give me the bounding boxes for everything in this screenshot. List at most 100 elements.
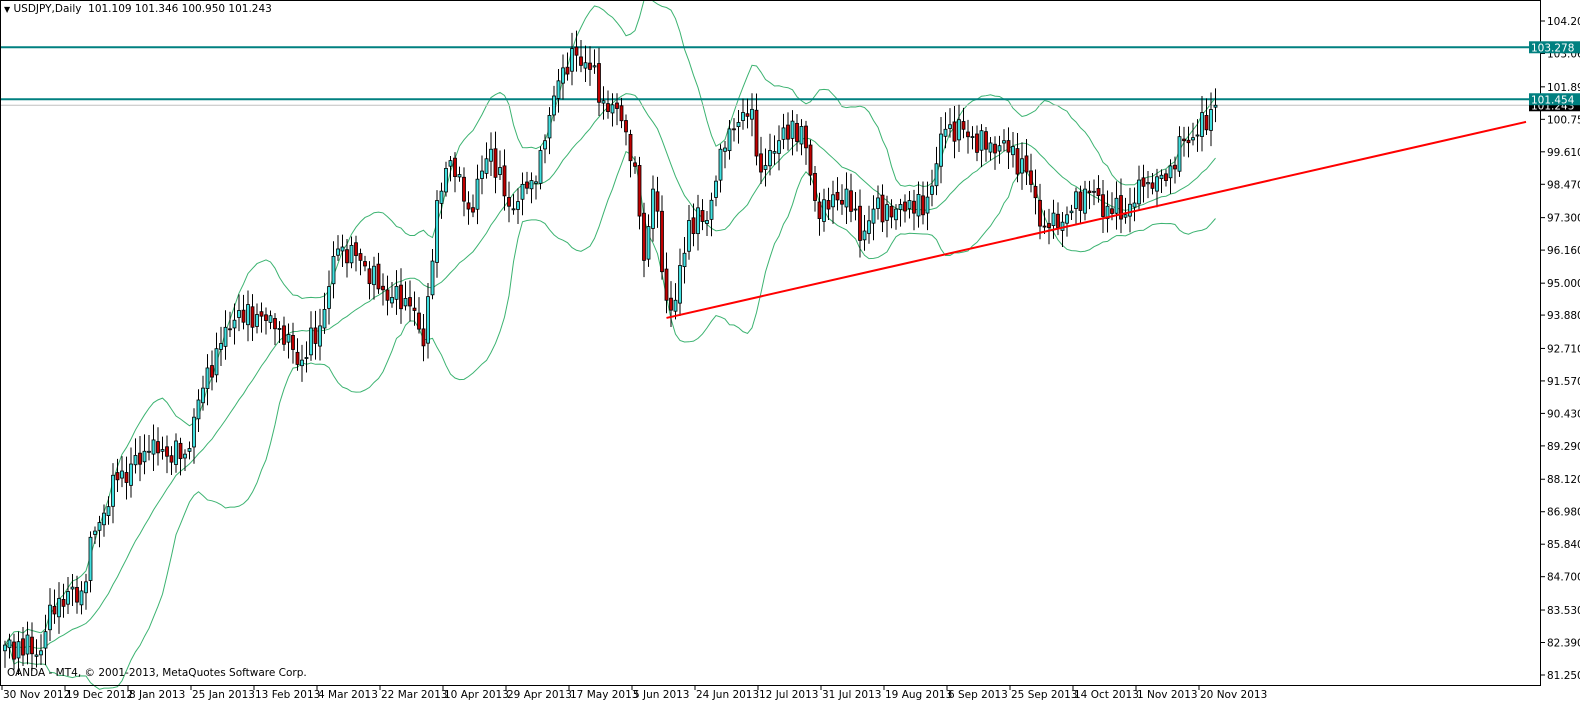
bear-candle (282, 325, 286, 345)
bull-candle (948, 124, 952, 129)
y-tick-label: 92.710 (1547, 343, 1580, 355)
bull-candle (268, 315, 273, 323)
bear-candle (291, 335, 295, 350)
bull-candle (336, 248, 340, 256)
bull-candle (133, 455, 138, 466)
x-tick-label: 30 Nov 2012 (3, 689, 70, 701)
bear-candle (1141, 177, 1146, 187)
bear-candle (1182, 138, 1186, 142)
bull-candle (709, 199, 714, 220)
bear-candle (921, 195, 925, 216)
bull-candle (66, 591, 70, 605)
bull-candle (448, 160, 453, 167)
bear-candle (259, 311, 264, 317)
bear-candle (1038, 199, 1042, 227)
ohlc-values: 101.109 101.346 100.950 101.243 (88, 3, 272, 15)
bull-candle (970, 136, 975, 138)
x-tick-label: 1 Nov 2013 (1137, 689, 1198, 701)
bull-candle (187, 448, 192, 452)
copyright: OANDA - MT4, © 2001-2013, MetaQuotes Sof… (7, 667, 307, 679)
y-tick-label: 98.470 (1547, 179, 1580, 191)
x-tick-label: 6 Sep 2013 (948, 689, 1008, 701)
bull-candle (1200, 112, 1204, 137)
bear-candle (507, 197, 511, 207)
bull-candle (1083, 188, 1087, 214)
bull-candle (205, 367, 210, 389)
y-tick-label: 88.120 (1547, 474, 1580, 486)
bull-candle (561, 67, 565, 84)
bear-candle (169, 455, 174, 463)
bull-candle (475, 178, 480, 210)
bull-candle (727, 128, 732, 152)
bull-candle (925, 196, 930, 214)
bear-candle (606, 103, 610, 113)
bear-candle (412, 307, 417, 311)
bollinger-lower (4, 150, 1216, 690)
bull-candle (907, 200, 912, 210)
bollinger-upper (4, 0, 1216, 646)
bear-candle (124, 472, 129, 483)
bull-candle (534, 181, 538, 184)
x-tick-label: 25 Sep 2013 (1011, 689, 1078, 701)
bull-candle (426, 296, 430, 344)
bull-candle (97, 522, 102, 531)
bear-candle (655, 191, 660, 212)
bear-candle (1033, 186, 1038, 199)
bear-candle (52, 606, 57, 615)
x-tick-label: 19 Dec 2012 (66, 689, 133, 701)
price-axis[interactable]: 104.200103.060101.890100.75099.61098.470… (1541, 16, 1580, 682)
bear-candle (138, 452, 142, 465)
bull-candle (300, 359, 304, 367)
x-tick-label: 13 Feb 2013 (255, 689, 320, 701)
bull-candle (741, 112, 745, 121)
y-tick-label: 99.610 (1547, 147, 1580, 159)
bear-candle (966, 131, 970, 138)
bull-candle (57, 598, 61, 618)
bull-candle (403, 298, 408, 307)
bull-candle (16, 641, 21, 659)
bull-candle (232, 319, 237, 329)
bear-candle (961, 121, 966, 130)
bear-candle (588, 62, 592, 70)
price-chart[interactable]: 104.200103.060101.890100.75099.61098.470… (0, 0, 1580, 703)
bull-candle (322, 309, 327, 329)
bear-candle (1047, 223, 1051, 228)
bull-candle (714, 180, 718, 198)
bull-candle (831, 194, 835, 208)
bear-candle (358, 253, 363, 261)
time-axis[interactable]: 30 Nov 201219 Dec 20128 Jan 2013 25 Jan 2… (1, 686, 1267, 701)
bear-candle (628, 134, 633, 162)
bear-candle (754, 109, 759, 157)
bollinger-middle (4, 93, 1216, 649)
bear-candle (669, 297, 673, 311)
bull-candle (547, 115, 552, 139)
bull-candle (79, 590, 84, 606)
bear-candle (466, 202, 471, 210)
trendline[interactable] (666, 120, 1527, 319)
bull-candle (43, 631, 48, 649)
y-tick-label: 90.430 (1547, 408, 1580, 420)
dropdown-arrow-icon[interactable]: ▼ (4, 5, 10, 14)
bear-candle (421, 328, 426, 347)
bull-candle (1114, 197, 1119, 214)
y-tick-label: 83.530 (1547, 605, 1580, 617)
bear-candle (574, 46, 579, 56)
bear-candle (453, 157, 457, 177)
x-tick-label: 5 Jun 2013 (633, 689, 689, 701)
x-tick-label: 8 Jan 2013 (129, 689, 185, 701)
bear-candle (732, 128, 736, 131)
bear-candle (1056, 213, 1060, 228)
bull-candle (151, 439, 156, 455)
bull-candle (1137, 179, 1141, 205)
bull-candle (916, 194, 921, 217)
bear-candle (1078, 191, 1083, 211)
bull-candle (768, 150, 772, 167)
bear-candle (381, 285, 385, 291)
bull-candle (763, 165, 768, 170)
bull-candle (129, 463, 133, 486)
bear-candle (462, 176, 466, 202)
bull-candle (390, 296, 394, 304)
y-tick-label: 85.840 (1547, 539, 1580, 551)
bear-candle (880, 194, 885, 223)
price-labels: 101.243103.278101.454 (1529, 41, 1580, 112)
